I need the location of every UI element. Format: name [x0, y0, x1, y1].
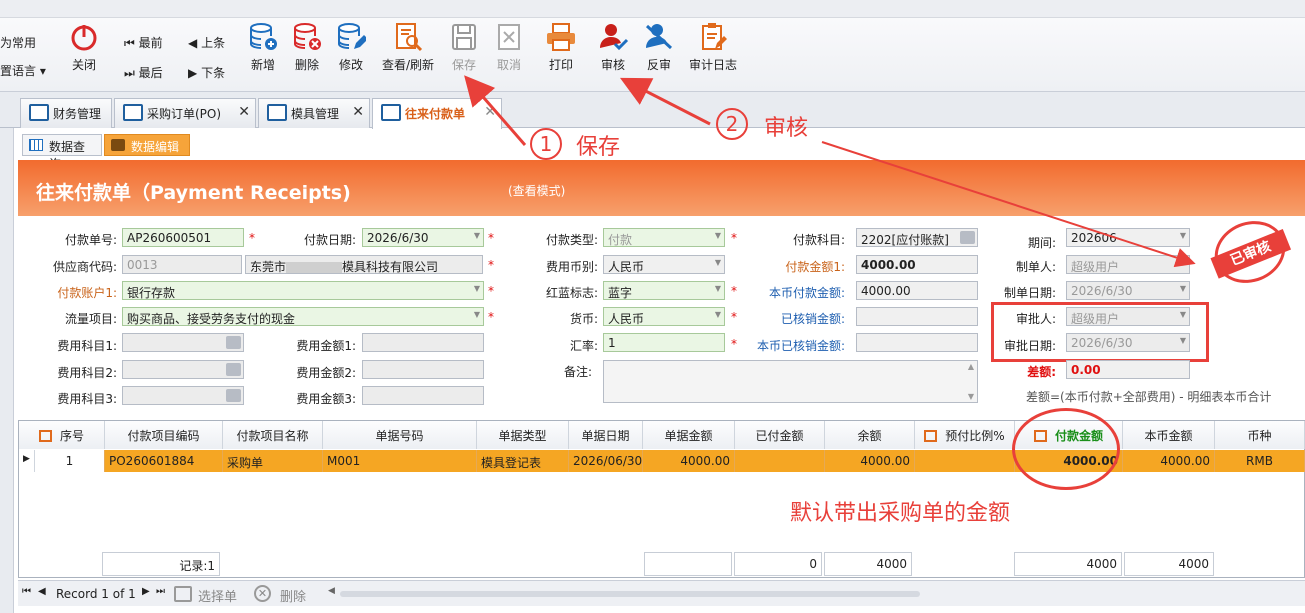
save-arrow [464, 75, 527, 146]
audit-arrow [619, 77, 711, 126]
step-one-label: 保存 [576, 135, 621, 160]
step-two-marker: 2 [716, 108, 748, 140]
step-one-marker: 1 [530, 128, 562, 160]
annotation-arrows [464, 75, 1196, 268]
step-two-label: 审核 [764, 116, 809, 141]
stamp-arrow [821, 141, 1196, 268]
